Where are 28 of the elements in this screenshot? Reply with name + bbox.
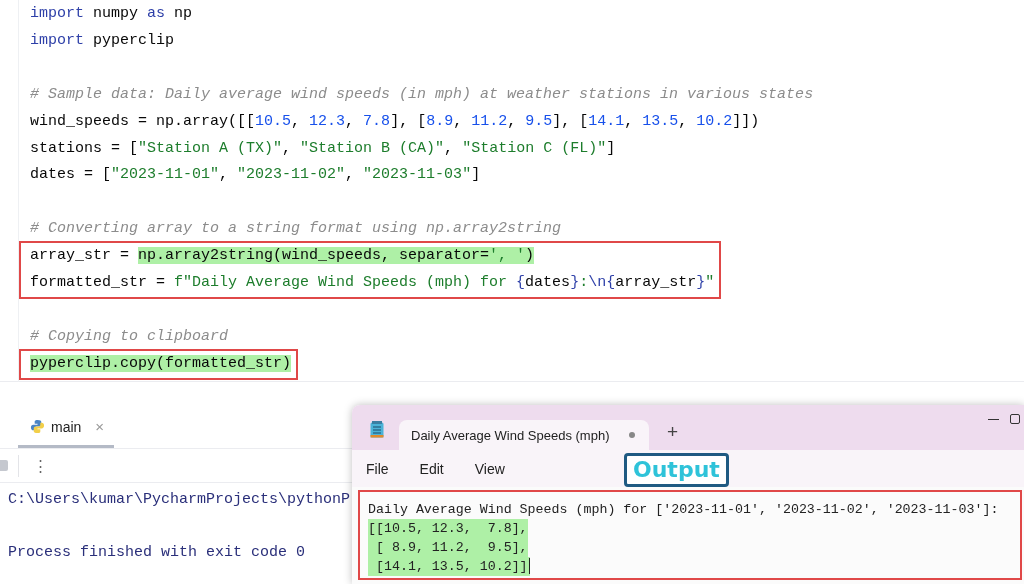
code-line: array_str = np.array2string(wind_speeds, separator=', ') [30, 246, 535, 267]
code-line: stations = ["Station A (TX)", "Station B (CA)", "Station C (FL)"] [29, 138, 616, 159]
maximize-icon[interactable] [1010, 414, 1020, 424]
minimize-icon[interactable] [988, 419, 999, 420]
run-tab[interactable]: main × [18, 408, 115, 448]
console-line: C:\Users\kumar\PycharmProjects\pythonP [8, 490, 351, 510]
python-icon [30, 419, 45, 434]
text-area[interactable]: Daily Average Wind Speeds (mph) for ['2023-11-01', '2023-11-02', '2023-11-03']: [[10.5, 12.3, 7.8], [ 8.9, 11.2, 9.5], [14.1, 13.5, 10.2]] [358, 490, 1022, 580]
stop-icon[interactable] [0, 460, 8, 471]
code-comment: # Copying to clipboard [29, 326, 229, 347]
code-line: import numpy as np [29, 4, 193, 24]
code-line: formatted_str = f"Daily Average Wind Speeds (mph) for {dates}:\n{array_str}" [30, 273, 715, 294]
console-line: Process finished with exit code 0 [8, 543, 306, 563]
code-comment: # Sample data: Daily average wind speeds (in mph) at weather stations in various states [29, 84, 814, 105]
code-line: wind_speeds = np.array([[10.5, 12.3, 7.8], [8.9, 11.2, 9.5], [14.1, 13.5, 10.2]]) [29, 111, 760, 132]
menu-item[interactable]: Edit [411, 456, 456, 481]
text-cursor [528, 558, 530, 575]
menu-item[interactable]: View [466, 456, 517, 481]
document-tab[interactable]: Daily Average Wind Speeds (mph) [399, 420, 649, 450]
code-line: import pyperclip [29, 30, 175, 51]
notepad-icon [370, 421, 384, 438]
more-button[interactable]: ⋮ [33, 456, 48, 475]
menu-item[interactable]: File [358, 456, 401, 481]
code-line: dates = ["2023-11-01", "2023-11-02", "2023-11-03"] [29, 165, 481, 186]
new-tab-button[interactable]: + [665, 421, 681, 443]
callout-label: Output [624, 453, 729, 487]
text-line: Daily Average Wind Speeds (mph) for ['2023-11-01', '2023-11-02', '2023-11-03']: [368, 501, 999, 519]
code-comment: # Converting array to a string format using np.array2string [29, 219, 562, 240]
